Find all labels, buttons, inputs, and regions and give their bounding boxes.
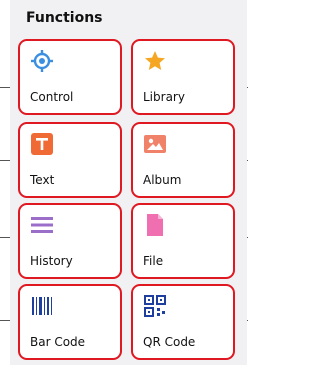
- page: Functions Control Library Text Album His…: [0, 0, 248, 365]
- panel-title: Functions: [26, 10, 103, 26]
- qr-code-card[interactable]: QR Code: [131, 284, 235, 360]
- qr-code-icon: [144, 295, 166, 317]
- card-label: History: [30, 254, 73, 268]
- crosshair-icon: [31, 50, 53, 72]
- barcode-icon: [31, 295, 53, 317]
- control-card[interactable]: Control: [18, 39, 122, 115]
- file-card[interactable]: File: [131, 203, 235, 279]
- card-label: QR Code: [143, 335, 196, 349]
- star-icon: [144, 50, 166, 72]
- file-icon: [144, 214, 166, 236]
- card-label: Text: [30, 173, 55, 187]
- card-label: Bar Code: [30, 335, 86, 349]
- bar-code-card[interactable]: Bar Code: [18, 284, 122, 360]
- card-label: Library: [143, 90, 185, 104]
- card-label: File: [143, 254, 164, 268]
- history-card[interactable]: History: [18, 203, 122, 279]
- image-icon: [144, 133, 166, 155]
- album-card[interactable]: Album: [131, 122, 235, 198]
- card-label: Album: [143, 173, 182, 187]
- card-label: Control: [30, 90, 74, 104]
- text-t-icon: [31, 133, 53, 155]
- library-card[interactable]: Library: [131, 39, 235, 115]
- text-card[interactable]: Text: [18, 122, 122, 198]
- menu-lines-icon: [31, 214, 53, 236]
